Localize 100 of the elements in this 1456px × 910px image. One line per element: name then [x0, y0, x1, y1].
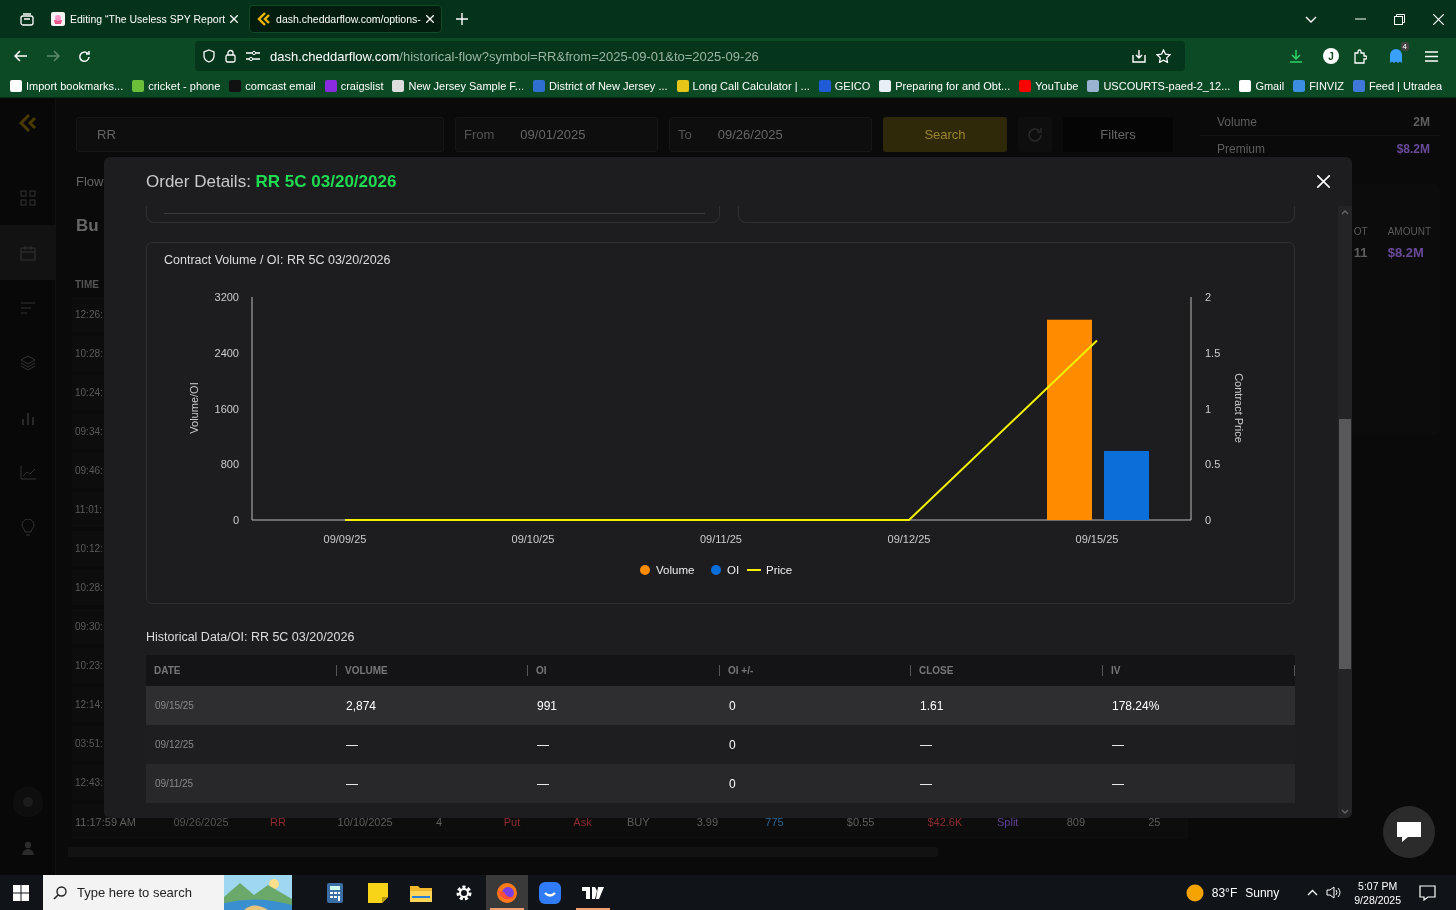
sliders-icon[interactable] [246, 51, 260, 61]
column-header[interactable]: DATE [146, 665, 337, 676]
bookmark[interactable]: Long Call Calculator | ... [676, 79, 810, 92]
close-icon[interactable] [1317, 175, 1330, 188]
table-cell-text: Ask [573, 815, 593, 828]
reload-icon[interactable] [78, 49, 91, 63]
calculator-icon [327, 882, 343, 903]
close-icon[interactable] [1433, 13, 1444, 25]
bookmark[interactable]: GEICO [818, 79, 871, 92]
save-page-icon[interactable] [1132, 49, 1146, 63]
sun-icon[interactable] [1185, 883, 1204, 902]
browser-tab[interactable]: dash.cheddarflow.com/options- [249, 5, 442, 33]
table-cell: 11:01: [75, 504, 103, 515]
new-tab-icon[interactable] [455, 13, 468, 25]
tick-label: 800 [220, 458, 239, 471]
search-field[interactable]: Type here to search [43, 875, 292, 910]
filters-button[interactable]: Filters [1063, 117, 1173, 152]
tick-label: 09/10/25 [511, 533, 555, 545]
fox-globe-icon [496, 881, 518, 904]
weather-temperature[interactable]: 83°F [1211, 885, 1238, 900]
table-cell-text: RR [269, 815, 287, 828]
menu-icon[interactable] [1425, 50, 1438, 62]
search-placeholder: Type here to search [77, 885, 192, 900]
column-header[interactable]: OI +/- [720, 665, 911, 676]
speaker-icon[interactable] [1326, 886, 1343, 899]
scrollbar-thumb[interactable] [1339, 419, 1351, 669]
refresh-icon [1026, 125, 1044, 144]
bar [1104, 450, 1149, 520]
legend-item[interactable]: Volume [640, 564, 695, 576]
forward-icon[interactable] [46, 50, 60, 62]
table-cell: 12:43: [75, 777, 103, 788]
table-row[interactable]: 09/11/25 — — 0 — — [146, 764, 1295, 803]
restore-icon[interactable] [1394, 13, 1405, 25]
bookmark[interactable]: New Jersey Sample F... [392, 79, 524, 92]
bookmark[interactable]: Import bookmarks... [10, 79, 124, 92]
weather-condition[interactable]: Sunny [1245, 885, 1280, 900]
close-icon[interactable] [230, 15, 239, 23]
legend-label: Price [766, 564, 793, 576]
close-icon[interactable] [425, 15, 434, 23]
bookmark[interactable]: USCOURTS-paed-2_12... [1087, 79, 1231, 92]
search-button[interactable]: Search [883, 117, 1007, 152]
summary-value: 2M [1413, 115, 1430, 129]
legend-item[interactable]: OI [711, 564, 740, 576]
column-header[interactable]: IV [1103, 665, 1295, 676]
table-cell-text: 178.24% [1111, 698, 1161, 713]
tick-label: 1 [1205, 402, 1212, 415]
bookmark[interactable]: FINVIZ [1293, 79, 1344, 92]
tab-list-icon[interactable] [20, 12, 34, 26]
column-header[interactable]: OI [528, 665, 720, 676]
field-label: To [678, 127, 692, 142]
bookmark[interactable]: Gmail [1239, 79, 1285, 92]
profile-avatar[interactable]: J [1323, 48, 1339, 64]
notification-icon[interactable] [1419, 884, 1436, 901]
table-cell-text: $42.6K [927, 815, 964, 828]
legend-item[interactable]: Price [746, 564, 793, 576]
table-row[interactable]: 09/15/25 2,874 991 0 1.61 178.24% [146, 686, 1295, 725]
column-header[interactable]: VOLUME [337, 665, 528, 676]
download-icon[interactable] [1289, 49, 1303, 63]
page-icon [51, 12, 65, 26]
bookmark[interactable]: Feed | Utradea [1352, 79, 1443, 92]
chat-button[interactable] [1383, 806, 1435, 858]
bookmark[interactable]: comcast email [229, 79, 316, 92]
running-indicator [490, 908, 524, 910]
bookmark[interactable]: Preparing for and Obt... [879, 79, 1011, 92]
table-cell-text: 09/11/25 [154, 778, 195, 789]
bookmark[interactable]: District of New Jersey ... [533, 79, 668, 92]
section-heading: Bu [76, 216, 99, 237]
column-header: AMOUNT [1387, 226, 1431, 237]
table-cell-text: — [536, 776, 550, 791]
table-cell-text: 991 [536, 698, 559, 713]
table-cell-text: 2,874 [345, 698, 378, 713]
tick-label: 09/09/25 [323, 533, 367, 545]
lock-icon[interactable] [225, 49, 236, 63]
table-cell: 12:14: [75, 699, 103, 710]
back-icon[interactable] [14, 50, 28, 62]
browser-tab[interactable]: Editing “The Useless SPY Report [44, 5, 246, 33]
legend-label: Volume [656, 564, 695, 576]
vertical-scrollbar[interactable] [1338, 206, 1352, 818]
folder-icon [410, 883, 432, 902]
tv-logo-icon [582, 886, 604, 899]
bookmark[interactable]: YouTube [1019, 79, 1079, 92]
table-cell-text: 09/12/25 [154, 739, 195, 750]
table-cell-text: — [1111, 776, 1125, 791]
field-label: From [464, 127, 495, 142]
clock-date[interactable]: 9/28/2025 [1354, 892, 1401, 907]
clock-time[interactable]: 5:07 PM [1358, 878, 1398, 893]
field-value: 09/26/2025 [717, 127, 783, 142]
bookmark[interactable]: craigslist [324, 79, 384, 92]
table-cell-text: — [1111, 737, 1125, 752]
notification-badge: 4 [1400, 41, 1409, 51]
windows-icon[interactable] [13, 884, 29, 901]
bookmark[interactable]: cricket - phone [132, 79, 221, 92]
column-header[interactable]: CLOSE [911, 665, 1103, 676]
ghost-icon[interactable] [1389, 48, 1403, 64]
address-bar[interactable]: dash.cheddarflow.com/historical-flow?symbol=RR&from=2025-09-01&to=2025-09-26 [195, 41, 1185, 71]
puzzle-icon[interactable] [1353, 48, 1367, 64]
shield-icon[interactable] [203, 49, 215, 63]
star-icon[interactable] [1156, 49, 1171, 63]
table-cell: 10:28: [75, 582, 103, 593]
table-cell-text: 25 [1148, 815, 1162, 828]
